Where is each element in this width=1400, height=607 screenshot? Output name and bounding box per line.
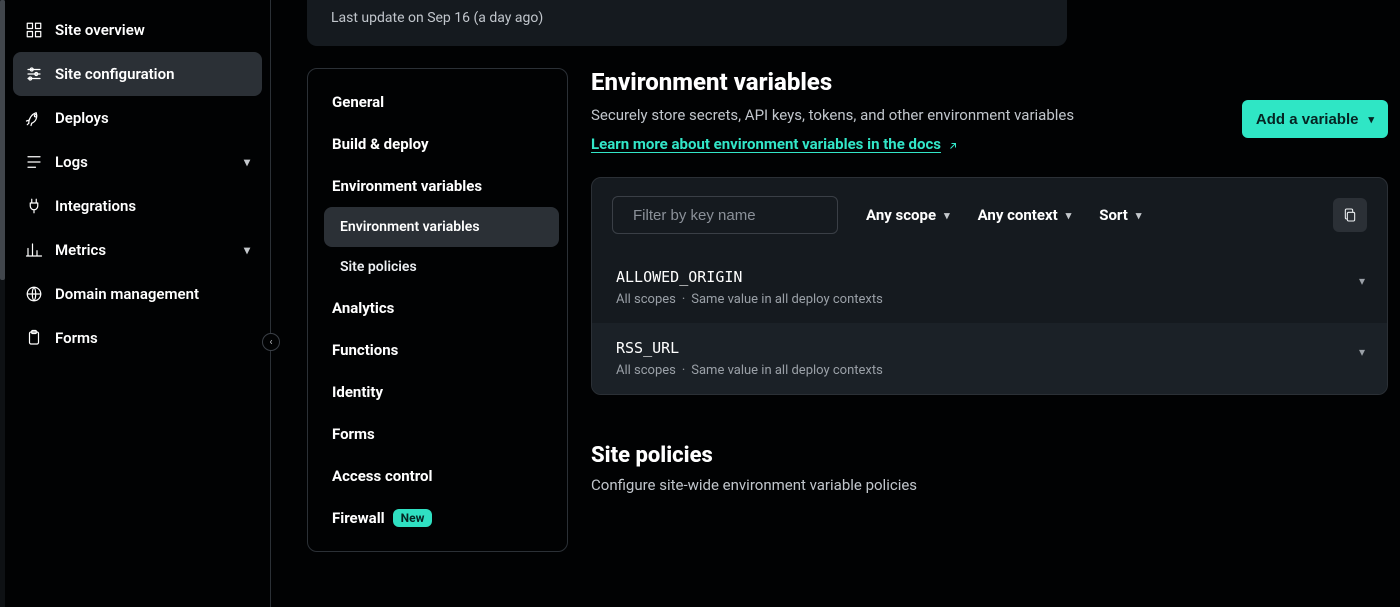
sidebar-item-label: Site overview — [55, 21, 145, 39]
config-nav-label: Build & deploy — [332, 135, 429, 153]
config-nav-label: Access control — [332, 467, 432, 485]
config-nav-functions[interactable]: Functions — [316, 329, 559, 371]
config-nav-sub-env-vars[interactable]: Environment variables — [324, 207, 559, 247]
config-nav-identity[interactable]: Identity — [316, 371, 559, 413]
config-nav-label: Functions — [332, 341, 398, 359]
env-var-row[interactable]: ALLOWED_ORIGIN All scopes·Same value in … — [592, 252, 1387, 323]
env-var-meta: All scopes·Same value in all deploy cont… — [616, 292, 1363, 307]
chevron-down-icon: ▾ — [1359, 274, 1365, 288]
site-policies-section: Site policies Configure site-wide enviro… — [591, 443, 1388, 494]
env-var-scope: All scopes — [616, 292, 676, 307]
chevron-down-icon: ▾ — [1066, 209, 1072, 222]
site-policies-title: Site policies — [591, 443, 1388, 468]
scope-dropdown[interactable]: Any scope ▾ — [866, 206, 950, 224]
page-title: Environment variables — [591, 68, 1388, 96]
sidebar-item-label: Forms — [55, 329, 98, 347]
config-nav-environment-variables[interactable]: Environment variables — [316, 165, 559, 207]
filter-input[interactable] — [633, 207, 832, 224]
env-vars-section: Environment variables Securely store sec… — [591, 68, 1388, 494]
dot-separator: · — [676, 363, 691, 378]
sidebar-item-label: Domain management — [55, 285, 199, 303]
sort-label: Sort — [1099, 206, 1128, 224]
site-policies-subtitle: Configure site-wide environment variable… — [591, 476, 1388, 494]
config-nav-sub-label: Environment variables — [340, 219, 480, 235]
config-nav-label: Forms — [332, 425, 375, 443]
chevron-down-icon: ▾ — [1359, 345, 1365, 359]
sidebar-item-deploys[interactable]: Deploys — [13, 96, 262, 140]
sidebar-item-label: Deploys — [55, 109, 109, 127]
env-vars-toolbar: Any scope ▾ Any context ▾ Sort ▾ — [592, 178, 1387, 252]
filter-input-wrapper — [612, 196, 838, 234]
config-nav-label: Analytics — [332, 299, 394, 317]
sidebar-item-label: Site configuration — [55, 65, 174, 83]
bar-chart-icon — [25, 241, 43, 259]
last-update-banner: Last update on Sep 16 (a day ago) — [307, 0, 1067, 46]
sidebar-item-site-configuration[interactable]: Site configuration — [13, 52, 262, 96]
sidebar-item-logs[interactable]: Logs ▾ — [13, 140, 262, 184]
sidebar-item-label: Logs — [55, 153, 88, 171]
config-nav-sub-label: Site policies — [340, 259, 417, 275]
env-var-context: Same value in all deploy contexts — [691, 363, 883, 378]
sidebar-item-forms[interactable]: Forms — [13, 316, 262, 360]
config-nav-general[interactable]: General — [316, 81, 559, 123]
learn-more-text: Learn more about environment variables i… — [591, 135, 941, 153]
context-label: Any context — [978, 206, 1058, 224]
config-nav-analytics[interactable]: Analytics — [316, 287, 559, 329]
globe-icon — [25, 285, 43, 303]
config-nav-label: Identity — [332, 383, 383, 401]
env-var-row[interactable]: RSS_URL All scopes·Same value in all dep… — [592, 323, 1387, 394]
env-var-scope: All scopes — [616, 363, 676, 378]
config-nav-label: Firewall — [332, 509, 385, 527]
env-var-key: RSS_URL — [616, 339, 1363, 357]
sidebar-item-site-overview[interactable]: Site overview — [13, 8, 262, 52]
content-area: Last update on Sep 16 (a day ago) Genera… — [271, 0, 1400, 607]
env-vars-card: Any scope ▾ Any context ▾ Sort ▾ ALLOWED… — [591, 177, 1388, 395]
rocket-icon — [25, 109, 43, 127]
config-nav-build-deploy[interactable]: Build & deploy — [316, 123, 559, 165]
dot-separator: · — [676, 292, 691, 307]
plug-icon — [25, 197, 43, 215]
primary-sidebar: Site overview Site configuration Deploys… — [5, 0, 270, 607]
logs-icon — [25, 153, 43, 171]
chevron-down-icon: ▾ — [1136, 209, 1142, 222]
env-var-meta: All scopes·Same value in all deploy cont… — [616, 363, 1363, 378]
sort-dropdown[interactable]: Sort ▾ — [1099, 206, 1141, 224]
scope-label: Any scope — [866, 206, 936, 224]
chevron-down-icon: ▾ — [1368, 113, 1374, 126]
chevron-down-icon: ▾ — [944, 209, 950, 222]
config-nav-label: Environment variables — [332, 177, 482, 195]
config-nav-access-control[interactable]: Access control — [316, 455, 559, 497]
new-badge: New — [393, 509, 433, 527]
config-nav-sub: Environment variables Site policies — [324, 207, 559, 287]
sidebar-item-label: Integrations — [55, 197, 136, 215]
env-var-key: ALLOWED_ORIGIN — [616, 268, 1363, 286]
config-nav-firewall[interactable]: Firewall New — [316, 497, 559, 539]
config-nav-sub-site-policies[interactable]: Site policies — [324, 247, 559, 287]
config-nav-label: General — [332, 93, 384, 111]
copy-icon — [1342, 207, 1358, 223]
sliders-icon — [25, 65, 43, 83]
env-var-context: Same value in all deploy contexts — [691, 292, 883, 307]
sidebar-item-integrations[interactable]: Integrations — [13, 184, 262, 228]
config-nav-forms[interactable]: Forms — [316, 413, 559, 455]
chevron-down-icon: ▾ — [244, 243, 250, 257]
external-link-icon — [947, 138, 959, 150]
sidebar-item-metrics[interactable]: Metrics ▾ — [13, 228, 262, 272]
add-variable-label: Add a variable — [1256, 111, 1359, 128]
clipboard-icon — [25, 329, 43, 347]
copy-all-button[interactable] — [1333, 198, 1367, 232]
learn-more-link[interactable]: Learn more about environment variables i… — [591, 135, 959, 153]
add-variable-button[interactable]: Add a variable ▾ — [1242, 100, 1388, 138]
sidebar-item-domain-management[interactable]: Domain management — [13, 272, 262, 316]
context-dropdown[interactable]: Any context ▾ — [978, 206, 1072, 224]
chevron-down-icon: ▾ — [244, 155, 250, 169]
sidebar-item-label: Metrics — [55, 241, 106, 259]
last-update-text: Last update on Sep 16 (a day ago) — [331, 10, 543, 26]
grid-icon — [25, 21, 43, 39]
config-nav: General Build & deploy Environment varia… — [307, 68, 568, 552]
